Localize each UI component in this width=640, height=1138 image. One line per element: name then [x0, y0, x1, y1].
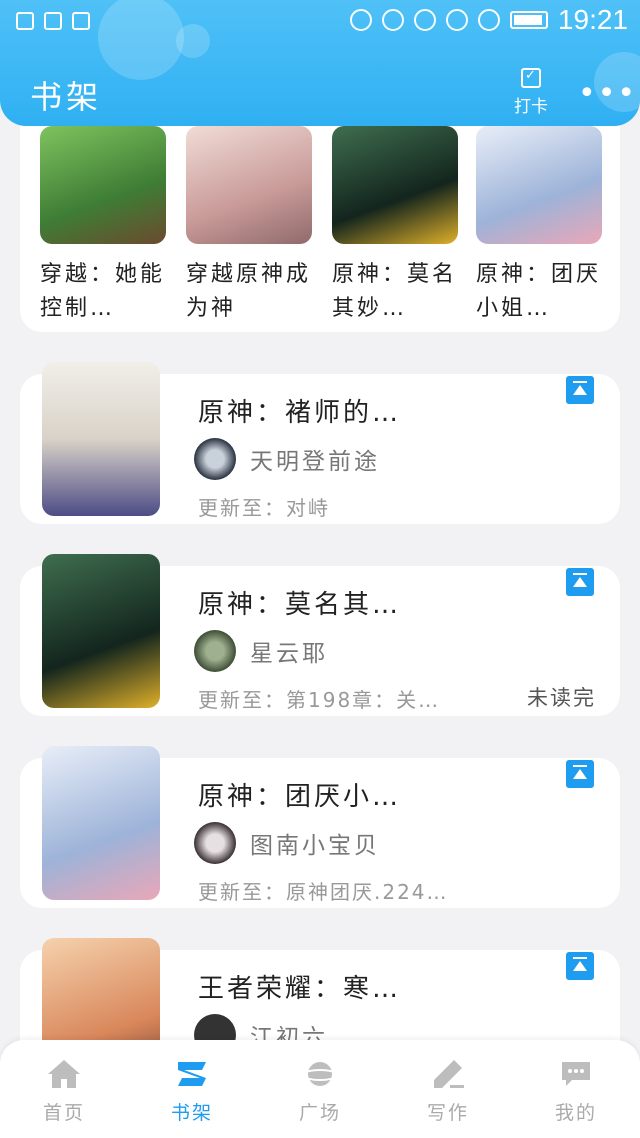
- author-name: 星云耶: [250, 641, 328, 667]
- grid-book-title: 原神：团厌小姐…: [476, 262, 602, 321]
- qr-icon: [44, 12, 62, 30]
- update-status: 更新至：第198章：关…: [198, 688, 441, 712]
- signal-icon: [477, 9, 500, 31]
- more-button[interactable]: •••: [578, 76, 637, 111]
- moon-icon: [381, 9, 404, 31]
- nav-plaza[interactable]: 广场: [256, 1040, 384, 1138]
- avatar: [194, 630, 236, 672]
- grid-book-title: 穿越：她能控制…: [40, 262, 166, 321]
- pencil-icon: [434, 1060, 464, 1088]
- chat-bubble-icon: [562, 1062, 590, 1086]
- pin-icon[interactable]: [566, 952, 594, 980]
- nav-write[interactable]: 写作: [384, 1040, 512, 1138]
- wifi-icon: [445, 9, 468, 31]
- author-name: 图南小宝贝: [250, 833, 380, 859]
- avatar: [194, 822, 236, 864]
- book-row[interactable]: 原神：褚师的… 天明登前途 更新至：对峙: [20, 362, 620, 524]
- system-icons: 19:21: [349, 4, 628, 36]
- image-icon: [16, 12, 34, 30]
- grid-card: 穿越：她能控制… 穿越原神成为神 原神：莫名其妙… 原神：团厌小姐…: [20, 100, 620, 332]
- headphones-icon: [349, 9, 372, 31]
- nav-home[interactable]: 首页: [0, 1040, 128, 1138]
- book-cover: [186, 126, 312, 244]
- book-row[interactable]: 原神：团厌小… 图南小宝贝 更新至：原神团厌.224…: [20, 746, 620, 908]
- grid-book-title: 原神：莫名其妙…: [332, 262, 458, 321]
- book-cover: [42, 362, 160, 516]
- pin-icon[interactable]: [566, 376, 594, 404]
- status-time: 19:21: [557, 4, 628, 35]
- nav-label: 书架: [170, 1102, 213, 1124]
- page-title: 书架: [30, 78, 103, 116]
- book-cover: [42, 554, 160, 708]
- checkin-button[interactable]: 打卡: [508, 68, 554, 117]
- grid-book-1[interactable]: 穿越：她能控制…: [40, 126, 166, 326]
- author-row: 图南小宝贝: [194, 822, 380, 864]
- book-title: 原神：团厌小…: [198, 782, 402, 812]
- status-bar: 19:21: [0, 0, 640, 44]
- book-title: 原神：褚师的…: [198, 398, 402, 428]
- book-title: 王者荣耀：寒…: [198, 974, 402, 1004]
- update-status: 更新至：原神团厌.224…: [198, 880, 449, 904]
- book-cover: [42, 746, 160, 900]
- planet-icon: [302, 1062, 338, 1086]
- nav-label: 首页: [42, 1102, 85, 1124]
- avatar: [194, 438, 236, 480]
- author-name: 天明登前途: [250, 449, 380, 475]
- book-cover: [40, 126, 166, 244]
- bottom-nav: 首页 书架 广场 写作 我的: [0, 1040, 640, 1138]
- qr-icon: [72, 12, 90, 30]
- grid-book-2[interactable]: 穿越原神成为神: [186, 126, 312, 326]
- nav-label: 写作: [426, 1102, 469, 1124]
- book-row[interactable]: 原神：莫名其… 星云耶 更新至：第198章：关… 未读完: [20, 554, 620, 716]
- author-row: 星云耶: [194, 630, 328, 672]
- book-cover: [332, 126, 458, 244]
- nav-profile[interactable]: 我的: [512, 1040, 640, 1138]
- vibrate-icon: [413, 9, 436, 31]
- pin-icon[interactable]: [566, 568, 594, 596]
- pin-icon[interactable]: [566, 760, 594, 788]
- checkin-label: 打卡: [514, 97, 548, 117]
- grid-book-4[interactable]: 原神：团厌小姐…: [476, 126, 602, 326]
- book-title: 原神：莫名其…: [198, 590, 402, 620]
- notification-icons: [16, 12, 90, 30]
- book-cover: [476, 126, 602, 244]
- nav-label: 广场: [298, 1102, 341, 1124]
- unread-badge: 未读完: [527, 686, 596, 710]
- update-status: 更新至：对峙: [198, 496, 330, 520]
- author-row: 天明登前途: [194, 438, 380, 480]
- battery-icon: [509, 11, 548, 29]
- nav-bookshelf[interactable]: 书架: [128, 1040, 256, 1138]
- home-icon: [48, 1060, 80, 1088]
- grid-book-title: 穿越原神成为神: [186, 262, 312, 321]
- grid-book-3[interactable]: 原神：莫名其妙…: [332, 126, 458, 326]
- nav-label: 我的: [554, 1102, 597, 1124]
- calendar-check-icon: [521, 68, 541, 88]
- app-header: 19:21 书架 打卡 •••: [0, 0, 640, 126]
- bookshelf-icon: [178, 1062, 206, 1086]
